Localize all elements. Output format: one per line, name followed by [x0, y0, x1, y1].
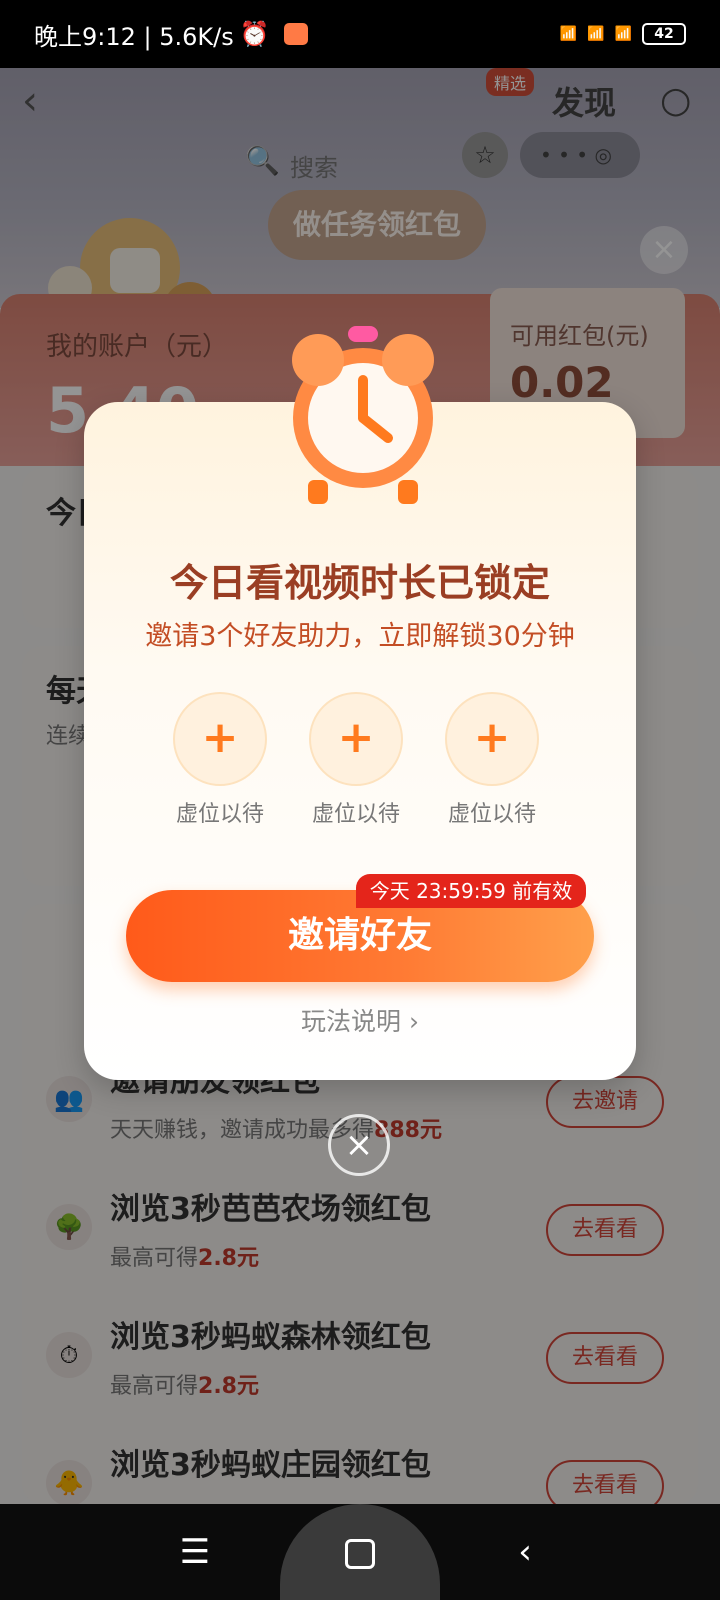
rules-link[interactable]: 玩法说明 › — [84, 1002, 636, 1038]
home-icon[interactable] — [280, 1504, 440, 1600]
slot-label: 虚位以待 — [175, 802, 264, 827]
menu-icon[interactable]: ☰ — [160, 1504, 230, 1600]
modal-title: 今日看视频时长已锁定 — [169, 561, 550, 605]
slot-label: 虚位以待 — [447, 802, 536, 827]
battery-icon: 42 — [642, 23, 686, 45]
back-icon[interactable]: ‹ — [490, 1504, 560, 1600]
add-icon[interactable]: + — [445, 692, 539, 786]
system-navbar: ☰ ‹ — [0, 1504, 720, 1600]
wifi-icon: 📶 — [614, 26, 632, 42]
chevron-right-icon: › — [401, 1007, 419, 1036]
deadline-badge: 今天 23:59:59 前有效 — [356, 874, 586, 908]
status-time: 晚上9:12 | 5.6K/s — [34, 22, 234, 51]
signal-icon: 📶 — [559, 26, 578, 42]
status-bar: 晚上9:12 | 5.6K/s ⏰ 📶 📶 📶 42 — [0, 0, 720, 68]
slot-label: 虚位以待 — [311, 802, 400, 827]
add-icon[interactable]: + — [173, 692, 267, 786]
helper-slot[interactable]: + 虚位以待 — [160, 692, 280, 828]
add-icon[interactable]: + — [309, 692, 403, 786]
modal-subtitle: 邀请3个好友助力，立即解锁30分钟 — [145, 621, 575, 652]
helper-slot[interactable]: + 虚位以待 — [432, 692, 552, 828]
helper-slot[interactable]: + 虚位以待 — [296, 692, 416, 828]
close-icon[interactable]: × — [328, 1114, 390, 1176]
app-badge-icon — [283, 23, 308, 45]
alarm-clock-icon — [268, 320, 458, 510]
alarm-icon: ⏰ — [239, 20, 270, 48]
signal-icon-2: 📶 — [587, 26, 605, 42]
